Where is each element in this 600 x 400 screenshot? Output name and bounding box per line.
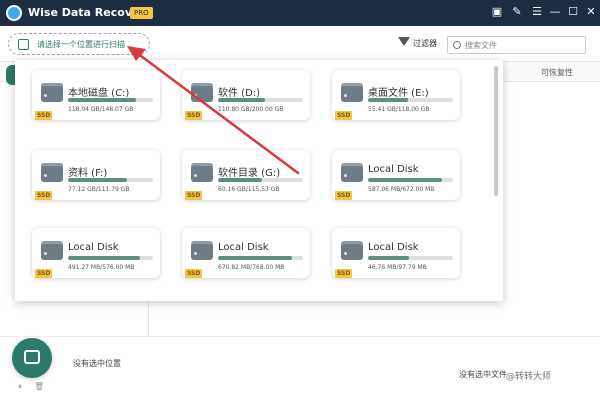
drive-card[interactable]: SSD 桌面文件 (E:) 55.41 GB/118.00 GB bbox=[332, 70, 460, 120]
ssd-badge: SSD bbox=[335, 111, 353, 120]
drive-usage-fill bbox=[368, 98, 408, 102]
scan-button[interactable] bbox=[12, 338, 52, 378]
hard-drive-icon bbox=[341, 163, 363, 184]
drive-name: Local Disk bbox=[368, 242, 419, 253]
panel-divider bbox=[148, 300, 149, 336]
maximize-button[interactable]: ☐ bbox=[566, 5, 580, 19]
drive-usage-fill bbox=[218, 178, 263, 182]
drive-size: 60.16 GB/115.53 GB bbox=[218, 186, 280, 193]
filter-button[interactable]: 过滤器 bbox=[398, 36, 440, 52]
drive-name: 资料 (F:) bbox=[68, 168, 108, 179]
minimize-button[interactable]: — bbox=[548, 5, 562, 19]
drive-name: Local Disk bbox=[368, 164, 419, 175]
drive-size: 587.06 MB/672.00 MB bbox=[368, 186, 435, 193]
no-file-text: 没有选中文件 bbox=[459, 370, 507, 379]
drive-usage-bar bbox=[68, 178, 153, 182]
drive-usage-bar bbox=[218, 256, 303, 260]
watermark-text: @转转大师 bbox=[506, 372, 552, 382]
popup-scrollbar[interactable] bbox=[494, 66, 498, 196]
ssd-badge: SSD bbox=[35, 269, 53, 278]
hard-drive-icon bbox=[191, 241, 213, 262]
ssd-badge: SSD bbox=[335, 191, 353, 200]
ssd-badge: SSD bbox=[185, 111, 203, 120]
pro-badge: PRO bbox=[130, 7, 153, 19]
search-input[interactable] bbox=[465, 38, 583, 52]
drive-usage-fill bbox=[368, 256, 409, 260]
drive-card[interactable]: SSD Local Disk 670.82 MB/768.00 MB bbox=[182, 228, 310, 278]
menu-icon[interactable]: ☰ bbox=[530, 5, 544, 19]
drive-card[interactable]: SSD 本地磁盘 (C:) 118.04 GB/148.07 GB bbox=[32, 70, 160, 120]
drive-card[interactable]: SSD 软件 (D:) 110.80 GB/200.00 GB bbox=[182, 70, 310, 120]
pause-icon[interactable]: ⏸ bbox=[18, 382, 22, 392]
drive-usage-fill bbox=[218, 256, 292, 260]
drive-size: 46.76 MB/97.79 MB bbox=[368, 264, 427, 271]
hard-drive-icon bbox=[41, 163, 63, 184]
search-icon bbox=[453, 41, 461, 49]
drive-card[interactable]: SSD Local Disk 491.27 MB/576.00 MB bbox=[32, 228, 160, 278]
select-location-button[interactable]: 请选择一个位置进行扫描 bbox=[8, 33, 150, 55]
drive-usage-bar bbox=[368, 178, 453, 182]
drive-usage-fill bbox=[368, 178, 442, 182]
drive-name: Local Disk bbox=[68, 242, 119, 253]
drive-usage-bar bbox=[68, 256, 153, 260]
drive-usage-fill bbox=[68, 98, 136, 102]
feedback-icon[interactable]: ▣ bbox=[490, 5, 504, 19]
drive-usage-bar bbox=[218, 178, 303, 182]
drive-size: 118.04 GB/148.07 GB bbox=[68, 106, 134, 113]
hard-drive-icon bbox=[41, 83, 63, 104]
drive-name: 本地磁盘 (C:) bbox=[68, 88, 130, 99]
app-logo-icon bbox=[6, 5, 22, 21]
drive-name: 桌面文件 (E:) bbox=[368, 88, 429, 99]
drive-usage-fill bbox=[68, 256, 141, 260]
hard-drive-icon bbox=[191, 163, 213, 184]
no-location-text: 没有选中位置 bbox=[73, 359, 121, 368]
hard-drive-icon bbox=[341, 241, 363, 262]
drive-card[interactable]: SSD 软件目录 (G:) 60.16 GB/115.53 GB bbox=[182, 150, 310, 200]
drive-usage-bar bbox=[368, 98, 453, 102]
drive-usage-fill bbox=[68, 178, 127, 182]
drive-selection-popup: SSD 本地磁盘 (C:) 118.04 GB/148.07 GB SSD 软件 (D:… bbox=[15, 60, 503, 301]
drive-size: 77.12 GB/111.79 GB bbox=[68, 186, 130, 193]
ssd-badge: SSD bbox=[35, 111, 53, 120]
drive-size: 670.82 MB/768.00 MB bbox=[218, 264, 285, 271]
ssd-badge: SSD bbox=[185, 269, 203, 278]
drive-usage-fill bbox=[218, 98, 265, 102]
ssd-badge: SSD bbox=[185, 191, 203, 200]
hard-drive-icon bbox=[191, 83, 213, 104]
ssd-badge: SSD bbox=[35, 191, 53, 200]
drive-card[interactable]: SSD Local Disk 46.76 MB/97.79 MB bbox=[332, 228, 460, 278]
drive-scan-icon bbox=[24, 350, 40, 364]
close-button[interactable]: ✕ bbox=[584, 5, 598, 19]
drive-size: 55.41 GB/118.00 GB bbox=[368, 106, 430, 113]
drive-name: Local Disk bbox=[218, 242, 269, 253]
title-bar: Wise Data Recovery PRO ▣ ✎ ☰ — ☐ ✕ bbox=[0, 0, 600, 26]
edit-icon[interactable]: ✎ bbox=[510, 5, 524, 19]
hard-drive-icon bbox=[341, 83, 363, 104]
drive-card[interactable]: SSD Local Disk 587.06 MB/672.00 MB bbox=[332, 150, 460, 200]
drive-card[interactable]: SSD 资料 (F:) 77.12 GB/111.79 GB bbox=[32, 150, 160, 200]
drive-size: 491.27 MB/576.00 MB bbox=[68, 264, 135, 271]
drive-usage-bar bbox=[218, 98, 303, 102]
drive-name: 软件 (D:) bbox=[218, 88, 261, 99]
ssd-badge: SSD bbox=[335, 269, 353, 278]
search-box[interactable] bbox=[447, 36, 586, 54]
drive-size: 110.80 GB/200.00 GB bbox=[218, 106, 284, 113]
filter-icon bbox=[398, 37, 410, 46]
delete-icon[interactable]: 🗑 bbox=[34, 382, 44, 391]
select-location-label: 请选择一个位置进行扫描 bbox=[37, 40, 125, 49]
drive-usage-bar bbox=[68, 98, 153, 102]
drive-name: 软件目录 (G:) bbox=[218, 168, 281, 179]
hard-drive-icon bbox=[41, 241, 63, 262]
drive-usage-bar bbox=[368, 256, 453, 260]
scan-location-icon bbox=[18, 39, 29, 50]
filter-label: 过滤器 bbox=[413, 39, 437, 48]
column-recoverable[interactable]: 可恢复性 bbox=[541, 67, 573, 78]
